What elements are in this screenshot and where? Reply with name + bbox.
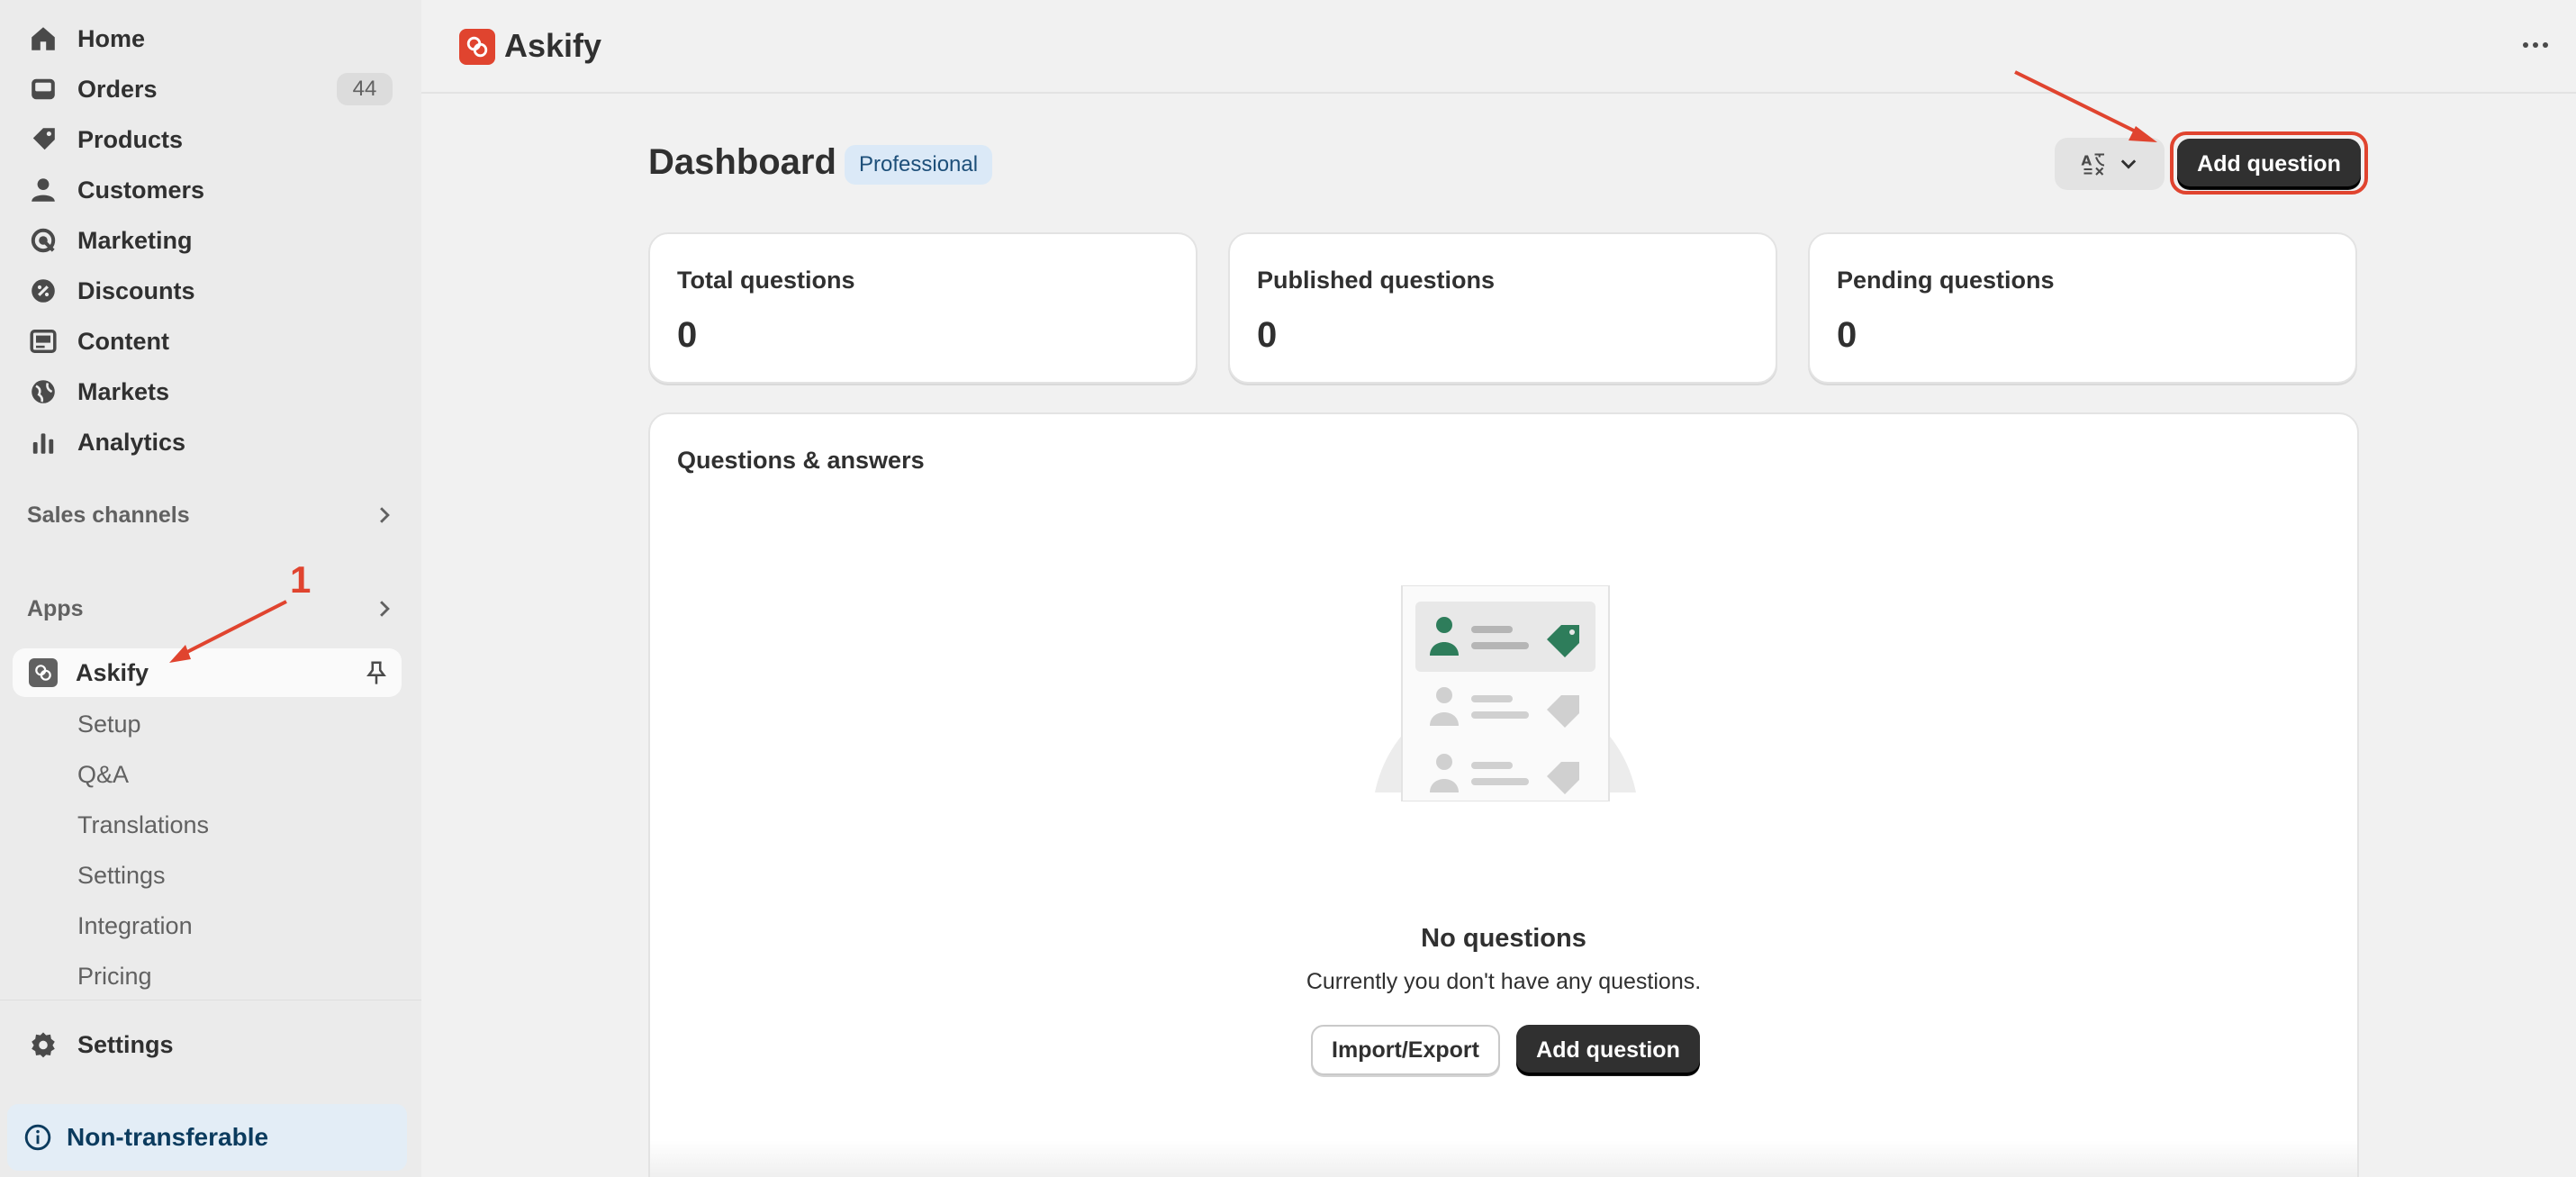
stat-label: Published questions (1257, 267, 1496, 294)
sub-item-qa[interactable]: Q&A (77, 756, 129, 792)
language-select-button[interactable]: A (2055, 138, 2165, 190)
nav-item-customers[interactable]: Customers (13, 166, 402, 214)
stat-value: 0 (1837, 315, 1857, 355)
tag-icon (27, 123, 59, 156)
nav-label: Customers (77, 176, 205, 204)
stat-value: 0 (1257, 315, 1278, 355)
nav-label: Markets (77, 377, 170, 405)
svg-text:A: A (2082, 153, 2092, 169)
person-icon (27, 174, 59, 206)
content-icon (27, 325, 59, 358)
add-question-empty-button[interactable]: Add question (1516, 1025, 1700, 1075)
chevron-right-icon (380, 507, 390, 523)
nav-label: Products (77, 125, 184, 153)
more-actions-icon[interactable] (2513, 27, 2558, 63)
section-label: Apps (27, 595, 84, 621)
sidebar: Home Orders 44 Products Customers Market… (0, 0, 421, 1177)
orders-count-badge: 44 (337, 73, 393, 105)
scroll-fade (650, 1140, 2357, 1177)
nav-item-products[interactable]: Products (13, 115, 402, 164)
stat-card-pending: Pending questions 0 (1808, 232, 2357, 384)
home-icon (27, 23, 59, 55)
chevron-down-icon (2120, 159, 2137, 169)
add-question-button[interactable]: Add question (2177, 139, 2361, 189)
sub-item-translations[interactable]: Translations (77, 807, 209, 843)
nav-item-analytics[interactable]: Analytics (13, 418, 402, 466)
stat-card-total: Total questions 0 (648, 232, 1198, 384)
app-title: Askify (504, 27, 602, 64)
nav-label: Content (77, 327, 169, 355)
non-transferable-banner[interactable]: Non-transferable (7, 1104, 407, 1171)
nav-label: Marketing (77, 226, 193, 254)
page-title: Dashboard (648, 142, 836, 182)
sales-channels-section[interactable]: Sales channels (27, 497, 396, 533)
empty-state-subtitle: Currently you don't have any questions. (1306, 969, 1702, 994)
app-label: Askify (76, 658, 149, 686)
globe-icon (27, 376, 59, 408)
nav-item-settings[interactable]: Settings (13, 1020, 402, 1069)
nav-item-markets[interactable]: Markets (13, 367, 402, 416)
sub-item-pricing[interactable]: Pricing (77, 958, 152, 994)
stat-card-published: Published questions 0 (1228, 232, 1777, 384)
questions-answers-card: Questions & answers No questions Current… (648, 412, 2359, 1177)
apps-section[interactable]: Apps (27, 591, 396, 627)
target-icon (27, 224, 59, 257)
nav-item-orders[interactable]: Orders 44 (13, 65, 402, 113)
nav-label: Home (77, 24, 146, 52)
card-title: Questions & answers (677, 447, 925, 474)
stat-label: Pending questions (1837, 267, 2055, 294)
sidebar-item-askify[interactable]: Askify (13, 648, 402, 697)
translate-icon: A (2082, 153, 2105, 176)
discount-icon (27, 275, 59, 307)
bar-chart-icon (27, 426, 59, 458)
section-label: Sales channels (27, 502, 190, 528)
empty-state-illustration (1370, 585, 1641, 828)
annotation-step-number: 1 (290, 558, 312, 601)
sub-item-settings[interactable]: Settings (77, 857, 166, 893)
askify-logo-icon (29, 658, 58, 687)
nav-item-content[interactable]: Content (13, 317, 402, 366)
gear-icon (27, 1028, 59, 1061)
stat-label: Total questions (677, 267, 855, 294)
nav-label: Orders (77, 75, 158, 103)
empty-state-title: No questions (1421, 924, 1586, 953)
pin-icon[interactable] (364, 660, 389, 685)
info-icon (24, 1124, 51, 1151)
chevron-right-icon (380, 601, 390, 617)
sub-item-setup[interactable]: Setup (77, 706, 141, 742)
nav-label: Analytics (77, 428, 186, 456)
inbox-icon (27, 73, 59, 105)
askify-logo-icon (459, 29, 495, 65)
import-export-button[interactable]: Import/Export (1311, 1025, 1500, 1075)
nav-item-discounts[interactable]: Discounts (13, 267, 402, 315)
app-topbar: Askify (421, 0, 2576, 94)
nav-item-marketing[interactable]: Marketing (13, 216, 402, 265)
sub-item-integration[interactable]: Integration (77, 908, 193, 944)
non-transferable-label: Non-transferable (67, 1123, 269, 1151)
nav-item-home[interactable]: Home (13, 14, 402, 63)
nav-label: Settings (77, 1030, 174, 1058)
plan-badge: Professional (845, 145, 993, 185)
nav-label: Discounts (77, 276, 195, 304)
stat-value: 0 (677, 315, 698, 355)
